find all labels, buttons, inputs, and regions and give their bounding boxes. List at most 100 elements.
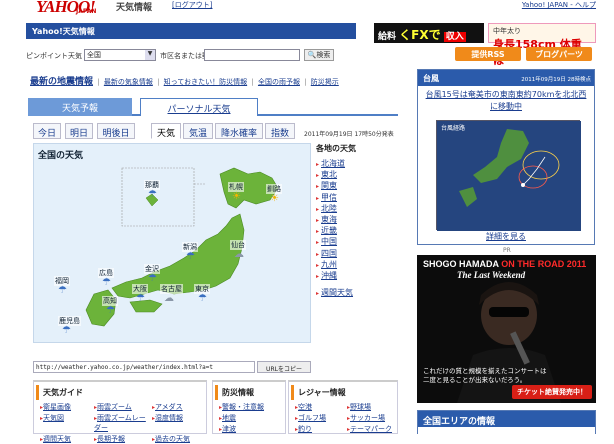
leisure-link[interactable]: 釣り — [295, 424, 347, 434]
typhoon-heading: 台風 — [423, 74, 439, 83]
weather-guide-links: 衛星画像 雨雲ズーム アメダス 天気図 雨雲ズームレーダー 湿度情報 週間天気 … — [34, 402, 206, 444]
leisure-link[interactable]: 空港 — [295, 402, 347, 412]
service-title-bar: Yahoo!天気情報 — [26, 23, 356, 39]
weather-news-link[interactable]: 最新の気象情報 — [104, 78, 153, 86]
logout-link[interactable]: [ログアウト] — [172, 0, 212, 10]
map-title: 全国の天気 — [38, 151, 84, 161]
blog-parts-button[interactable]: ブログパーツ — [526, 47, 592, 61]
typhoon-summary-link[interactable]: 台風15号は奄美市の東南東約70kmを北北西に移動中 — [418, 86, 594, 116]
search-button[interactable]: 🔍検索 — [304, 49, 334, 61]
leisure-link[interactable]: 野球場 — [347, 402, 399, 412]
subtab-temperature[interactable]: 気温 — [183, 123, 213, 139]
bousai-board-link[interactable]: 防災掲示 — [311, 78, 339, 86]
top-header: YAHOO! JAPAN 天気情報 [ログアウト] Yahoo! JAPAN -… — [0, 0, 614, 18]
region-link-tohoku[interactable]: 東北 — [316, 169, 372, 180]
bousai-links: 警報・注意報 地震 津波 — [213, 402, 285, 434]
pr-label: PR — [503, 247, 511, 254]
divider: | — [157, 78, 160, 86]
subtab-today[interactable]: 今日 — [33, 123, 61, 139]
concert-copy-line1: これだけの質と規模を揃えたコンサートは — [423, 367, 547, 375]
region-list: 各地の天気 北海道 東北 関東 甲信 北陸 東海 近畿 中国 四国 九州 沖縄 … — [312, 143, 372, 343]
bousai-link[interactable]: 津波 — [219, 424, 285, 434]
page-url-field[interactable]: http://weather.yahoo.co.jp/weather/index… — [33, 361, 255, 373]
leisure-link[interactable]: サッカー場 — [347, 413, 399, 423]
point-select-value: 全国 — [87, 51, 101, 59]
subtab-tomorrow[interactable]: 明日 — [65, 123, 93, 139]
region-link-hokuriku[interactable]: 北陸 — [316, 203, 372, 214]
guide-link[interactable]: 長期予報 — [94, 434, 152, 444]
guide-link[interactable]: 週間天気 — [40, 434, 94, 444]
guide-link[interactable]: 過去の天気 — [152, 434, 210, 444]
rss-button[interactable]: 提供RSS — [455, 47, 521, 61]
news-links-row: 最新の地震情報 | 最新の気象情報 | 知っておきたい！防災情報 | 全国の雨予… — [30, 74, 410, 87]
typhoon-detail-link[interactable]: 詳細を見る — [418, 231, 594, 242]
sun-icon: ☀ — [270, 193, 279, 204]
zip-search-input[interactable] — [204, 49, 300, 61]
bousai-news-link[interactable]: 知っておきたい！防災情報 — [164, 78, 247, 86]
region-link-kyushu[interactable]: 九州 — [316, 259, 372, 270]
subtab-precipitation[interactable]: 降水確率 — [215, 123, 263, 139]
tour-name: ON THE ROAD 2011 — [501, 259, 587, 269]
guide-link[interactable]: 衛星画像 — [40, 402, 94, 412]
area-info-box: 全国エリアの情報 — [417, 410, 596, 434]
region-link-kinki[interactable]: 近畿 — [316, 225, 372, 236]
fx-ad-text: 給料 — [378, 32, 397, 42]
guide-link[interactable]: 雨雲ズームレーダー — [94, 413, 152, 433]
guide-link[interactable]: 湿度情報 — [152, 413, 210, 433]
search-row: ピンポイント天気 全国 ▼ 市区名または郵便番号 🔍検索 — [26, 49, 356, 63]
fx-ad-highlight: 収入 — [443, 32, 466, 42]
area-info-heading: 全国エリアの情報 — [418, 411, 595, 427]
ticket-cta-button[interactable]: チケット絶賛発売中！ — [512, 385, 592, 399]
bousai-link[interactable]: 地震 — [219, 413, 285, 423]
fx-ad-banner[interactable]: 給料 くFXで 収入 — [374, 23, 484, 43]
umbrella-icon: ☂ — [58, 285, 67, 296]
earthquake-news-link[interactable]: 最新の地震情報 — [30, 77, 93, 87]
leisure-box: レジャー情報 空港 野球場 ゴルフ場 サッカー場 釣り テーマパーク — [288, 380, 398, 434]
region-link-tokai[interactable]: 東海 — [316, 214, 372, 225]
region-link-hokkaido[interactable]: 北海道 — [316, 158, 372, 169]
announce-date: 2011年09月19日 17時50分発表 — [304, 131, 394, 138]
subtab-weather[interactable]: 天気 — [151, 123, 181, 139]
region-link-okinawa[interactable]: 沖縄 — [316, 270, 372, 281]
bousai-link[interactable]: 警報・注意報 — [219, 402, 285, 412]
guide-link[interactable]: 雨雲ズーム — [94, 402, 152, 412]
concert-ad-banner[interactable]: SHOGO HAMADA ON THE ROAD 2011 The Last W… — [417, 255, 596, 403]
region-link-shikoku[interactable]: 四国 — [316, 248, 372, 259]
weekly-weather-link[interactable]: 週間天気 — [316, 287, 372, 298]
divider: | — [97, 78, 100, 86]
region-link-chugoku[interactable]: 中国 — [316, 236, 372, 247]
subtab-day-after[interactable]: 明後日 — [97, 123, 135, 139]
leisure-link[interactable]: テーマパーク — [347, 424, 399, 434]
subtab-index[interactable]: 指数 — [265, 123, 295, 139]
umbrella-icon: ☂ — [62, 325, 71, 336]
umbrella-icon: ☂ — [106, 305, 115, 316]
region-link-kanto[interactable]: 関東 — [316, 180, 372, 191]
tab-personal-weather[interactable]: パーソナル天気 — [140, 98, 258, 116]
site-title: 天気情報 — [116, 3, 153, 13]
rain-forecast-link[interactable]: 全国の雨予報 — [258, 78, 300, 86]
umbrella-icon: ☂ — [148, 273, 157, 284]
search-button-label: 検索 — [316, 51, 331, 59]
chevron-down-icon: ▼ — [145, 50, 155, 60]
help-link[interactable]: Yahoo! JAPAN - ヘルプ — [522, 0, 596, 10]
fx-ad-brand: くFXで — [399, 28, 441, 42]
region-link-koshin[interactable]: 甲信 — [316, 192, 372, 203]
leisure-title: レジャー情報 — [291, 385, 397, 400]
artist-name: SHOGO HAMADA — [423, 259, 499, 269]
copy-url-button[interactable]: URLをコピー — [257, 361, 311, 373]
typhoon-date: 2011年09月19日 28時検点 — [521, 77, 591, 83]
typhoon-track-map[interactable]: 台風経路 — [436, 120, 581, 231]
umbrella-icon: ☂ — [136, 293, 145, 304]
tab-forecast[interactable]: 天気予報 — [28, 98, 132, 116]
point-select[interactable]: 全国 ▼ — [84, 49, 156, 61]
diet-ad-banner[interactable]: 中年太り 身長158cm 体重は — [488, 23, 596, 67]
guide-link[interactable]: アメダス — [152, 402, 210, 412]
divider: | — [251, 78, 254, 86]
leisure-link[interactable]: ゴルフ場 — [295, 413, 347, 423]
guide-link[interactable]: 天気図 — [40, 413, 94, 433]
concert-title: SHOGO HAMADA ON THE ROAD 2011 — [423, 259, 586, 269]
umbrella-icon: ☂ — [102, 277, 111, 288]
point-label: ピンポイント天気 — [26, 52, 82, 60]
typhoon-map-svg — [437, 121, 581, 231]
umbrella-icon: ☂ — [148, 189, 157, 200]
